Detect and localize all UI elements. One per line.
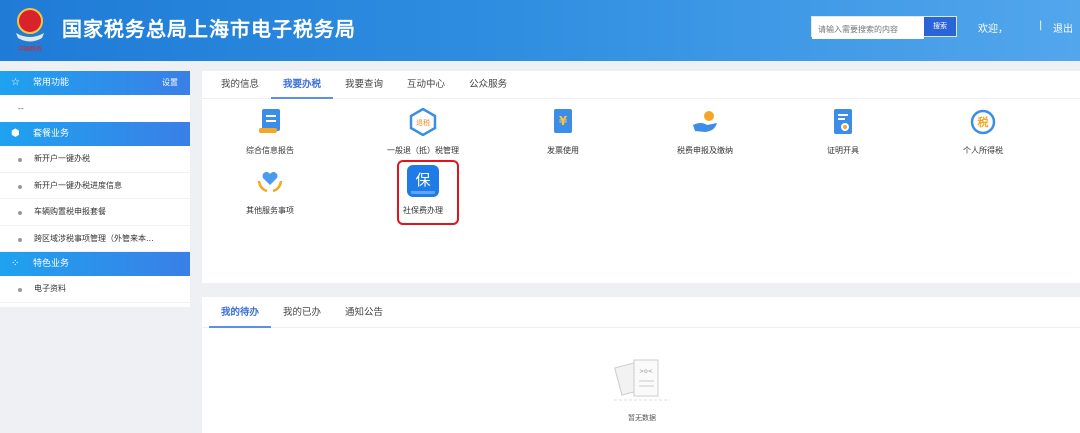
separator: | [1039, 20, 1043, 31]
heart-hands-icon [255, 167, 285, 197]
item-label: 车辆购置税申报套餐 [34, 207, 106, 216]
cube-icon: ⬢ [11, 128, 20, 139]
highlight-box [397, 160, 459, 225]
tab-tax-handling[interactable]: 我要办税 [271, 71, 334, 99]
sidebar: ☆ 常用功能 设置 -- ⬢ 套餐业务 新开户一键办税 新开户一键办税进度信息 … [0, 71, 190, 307]
item-label: 电子资料 [34, 284, 66, 293]
svg-text:中国税务: 中国税务 [18, 45, 42, 53]
tasks-panel: 我的待办 我的已办 通知公告 >o< 暂无数据 [202, 297, 1080, 433]
item-label: 跨区域涉税事项管理（外管来本... [34, 233, 154, 243]
section-title: 套餐业务 [33, 129, 70, 139]
tab-todo[interactable]: 我的待办 [209, 297, 272, 328]
star-icon: ☆ [11, 77, 20, 88]
tab-my-info[interactable]: 我的信息 [209, 71, 271, 98]
service-refund[interactable]: 退税 一般退（抵）税管理 [363, 107, 483, 156]
main-tabs: 我的信息 我要办税 我要查询 互动中心 公众服务 [202, 71, 1080, 99]
tab-public-service[interactable]: 公众服务 [457, 71, 519, 98]
tab-notices[interactable]: 通知公告 [333, 297, 395, 327]
tab-query[interactable]: 我要查询 [333, 71, 395, 98]
svg-text:¥: ¥ [559, 114, 568, 128]
service-invoice[interactable]: ¥ 发票使用 [503, 107, 623, 156]
search-button[interactable]: 搜索 [924, 17, 956, 36]
service-iit[interactable]: 税 个人所得税 [923, 107, 1043, 156]
section-title: 特色业务 [33, 259, 70, 269]
search-input[interactable] [812, 20, 924, 39]
refund-icon: 退税 [408, 107, 438, 137]
grid-icon: ⁘ [11, 258, 20, 269]
sidebar-section-common[interactable]: ☆ 常用功能 设置 [0, 71, 190, 95]
header: 中国税务 国家税务总局上海市电子税务局 搜索 欢迎， | 退出 [0, 0, 1080, 61]
service-declare-pay[interactable]: 税费申报及缴纳 [645, 107, 765, 156]
site-title: 国家税务总局上海市电子税务局 [62, 17, 356, 41]
tab-done[interactable]: 我的已办 [271, 297, 333, 327]
common-empty: -- [18, 104, 24, 113]
settings-link[interactable]: 设置 [162, 71, 178, 95]
tab-interaction[interactable]: 互动中心 [395, 71, 457, 98]
invoice-icon: ¥ [548, 107, 578, 137]
personal-tax-icon: 税 [968, 107, 998, 137]
document-icon [255, 107, 285, 137]
sidebar-section-package[interactable]: ⬢ 套餐业务 [0, 122, 190, 146]
logout-link[interactable]: 退出 [1053, 20, 1073, 35]
sidebar-item[interactable]: 车辆购置税申报套餐 [0, 199, 190, 226]
svg-text:>o<: >o< [639, 368, 653, 375]
item-label: 新开户一键办税 [34, 154, 90, 163]
sidebar-item[interactable]: 跨区域涉税事项管理（外管来本... [0, 226, 190, 252]
welcome-text: 欢迎， [978, 24, 1008, 35]
sidebar-item[interactable]: 新开户一键办税进度信息 [0, 173, 190, 199]
task-tabs: 我的待办 我的已办 通知公告 [202, 297, 1080, 328]
service-info-report[interactable]: 综合信息报告 [210, 107, 330, 156]
service-other[interactable]: 其他服务事项 [210, 167, 330, 216]
sidebar-item[interactable]: 电子资料 [0, 276, 190, 303]
certificate-icon [828, 107, 858, 137]
search-box: 搜索 [811, 16, 957, 39]
empty-state: >o< 暂无数据 [612, 355, 672, 423]
item-label: 新开户一键办税进度信息 [34, 180, 122, 190]
sidebar-section-special[interactable]: ⁘ 特色业务 [0, 252, 190, 276]
empty-text: 暂无数据 [628, 414, 656, 422]
service-certificate[interactable]: 证明开具 [783, 107, 903, 156]
hand-coin-icon [690, 107, 720, 137]
empty-document-icon: >o< [614, 359, 670, 401]
tax-emblem-logo: 中国税务 [16, 8, 44, 53]
svg-text:退税: 退税 [416, 118, 430, 127]
svg-text:税: 税 [978, 115, 989, 129]
services-panel: 我的信息 我要办税 我要查询 互动中心 公众服务 综合信息报告 退税 一般退（抵… [202, 71, 1080, 283]
sidebar-item[interactable]: 新开户一键办税 [0, 146, 190, 173]
section-title: 常用功能 [33, 78, 70, 88]
